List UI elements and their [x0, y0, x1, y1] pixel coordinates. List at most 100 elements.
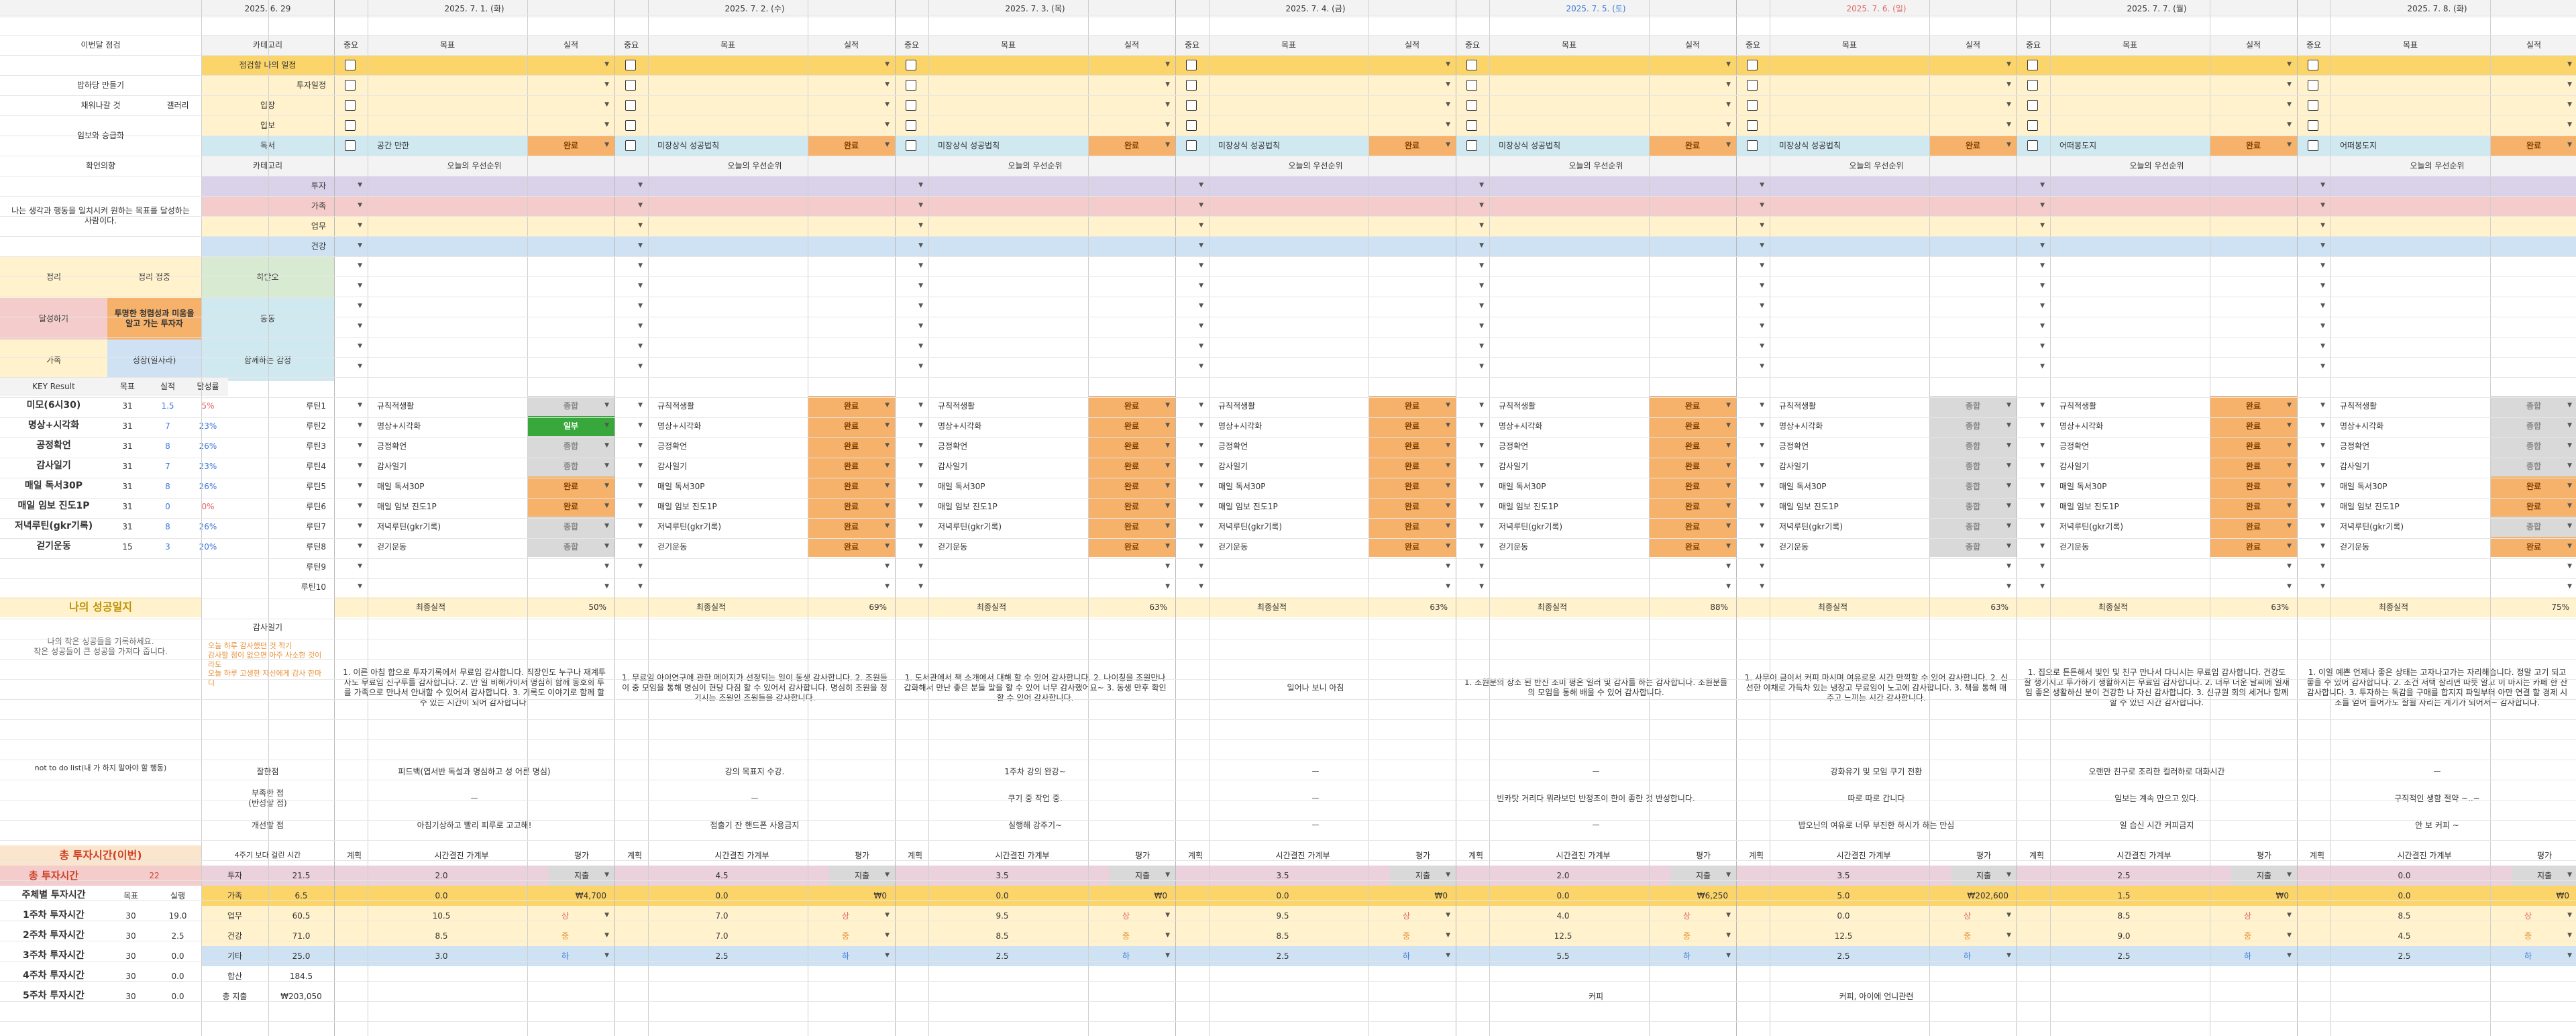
grade-dropdown[interactable]: ▼	[582, 906, 614, 926]
routine-check[interactable]: ▼	[895, 476, 928, 497]
routine-status[interactable]: 완료 ▼	[808, 416, 895, 436]
chevron-down-icon[interactable]: ▼	[918, 222, 923, 229]
priority-text[interactable]	[648, 256, 895, 276]
routine-check[interactable]: ▼	[1456, 456, 1489, 476]
chevron-down-icon[interactable]: ▼	[1165, 872, 1170, 879]
priority-cell[interactable]: ▼	[1736, 297, 1770, 317]
chevron-down-icon[interactable]: ▼	[2567, 523, 2572, 530]
status-dropdown[interactable]: 완료 ▼	[1368, 136, 1456, 156]
priority-cell[interactable]: ▼	[614, 216, 648, 236]
chevron-down-icon[interactable]: ▼	[358, 583, 362, 590]
routine-status[interactable]: 완료 ▼	[1088, 537, 1175, 557]
priority-cell[interactable]: ▼	[614, 256, 648, 276]
chevron-down-icon[interactable]: ▼	[1479, 262, 1484, 270]
chevron-down-icon[interactable]: ▼	[1726, 81, 1731, 89]
routine-status[interactable]: 완료 ▼	[1649, 456, 1736, 476]
priority-text[interactable]	[928, 176, 1175, 196]
priority-cell[interactable]: ▼	[1736, 216, 1770, 236]
chevron-down-icon[interactable]: ▼	[885, 563, 890, 570]
routine-status[interactable]: 일부 ▼	[527, 416, 614, 436]
routine-check[interactable]: ▼	[614, 517, 648, 537]
goal-cell[interactable]	[1489, 115, 1649, 136]
status-dropdown[interactable]: ▼	[808, 55, 895, 75]
priority-text[interactable]	[2050, 357, 2297, 377]
chevron-down-icon[interactable]: ▼	[885, 101, 890, 109]
chevron-down-icon[interactable]: ▼	[358, 182, 362, 189]
status-dropdown[interactable]: ▼	[1088, 115, 1175, 136]
chevron-down-icon[interactable]: ▼	[2040, 543, 2045, 550]
routine-status[interactable]: 종합 ▼	[527, 537, 614, 557]
priority-text[interactable]	[368, 196, 614, 216]
chevron-down-icon[interactable]: ▼	[1199, 323, 1203, 330]
priority-cell[interactable]: ▼	[2017, 357, 2050, 377]
grade-dropdown[interactable]: ▼	[2544, 926, 2576, 946]
priority-cell[interactable]: ▼	[895, 357, 928, 377]
chevron-down-icon[interactable]: ▼	[1199, 503, 1203, 510]
grade-dropdown[interactable]: ▼	[1984, 926, 2017, 946]
goal-cell[interactable]	[1209, 75, 1368, 95]
chevron-down-icon[interactable]: ▼	[358, 262, 362, 270]
priority-cell[interactable]: ▼	[1736, 357, 1770, 377]
chevron-down-icon[interactable]: ▼	[358, 563, 362, 570]
routine-status[interactable]: 완료 ▼	[1368, 476, 1456, 497]
routine-check[interactable]: ▼	[2297, 577, 2330, 597]
priority-cell[interactable]: ▼	[334, 317, 368, 337]
routine-status[interactable]: 완료 ▼	[1368, 456, 1456, 476]
chevron-down-icon[interactable]: ▼	[1479, 482, 1484, 490]
grade-dropdown[interactable]: ▼	[2544, 906, 2576, 926]
priority-cell[interactable]: ▼	[2017, 317, 2050, 337]
checkbox[interactable]	[1747, 120, 1758, 131]
status-dropdown[interactable]: ▼	[1929, 115, 2017, 136]
checkbox[interactable]	[1186, 100, 1197, 111]
reading-goal[interactable]: 미장상식 성공법칙	[648, 136, 808, 156]
chevron-down-icon[interactable]: ▼	[2320, 583, 2325, 590]
routine-check[interactable]: ▼	[2017, 416, 2050, 436]
chevron-down-icon[interactable]: ▼	[2040, 242, 2045, 250]
chevron-down-icon[interactable]: ▼	[2006, 61, 2011, 68]
routine-status[interactable]: ▼	[527, 557, 614, 577]
priority-text[interactable]	[368, 357, 614, 377]
checkbox[interactable]	[906, 140, 916, 151]
chevron-down-icon[interactable]: ▼	[885, 912, 890, 919]
chevron-down-icon[interactable]: ▼	[918, 262, 923, 270]
priority-text[interactable]	[1489, 276, 1736, 297]
priority-cell[interactable]: ▼	[1456, 256, 1489, 276]
priority-text[interactable]	[1489, 297, 1736, 317]
priority-text[interactable]	[2050, 196, 2297, 216]
priority-cell[interactable]: ▼	[334, 337, 368, 357]
routine-check[interactable]: ▼	[2297, 476, 2330, 497]
priority-text[interactable]	[1489, 176, 1736, 196]
chevron-down-icon[interactable]: ▼	[1726, 912, 1731, 919]
priority-text[interactable]	[2050, 236, 2297, 256]
reading-goal[interactable]: 공간 만한	[368, 136, 527, 156]
chevron-down-icon[interactable]: ▼	[2006, 101, 2011, 109]
chevron-down-icon[interactable]: ▼	[885, 543, 890, 550]
routine-check[interactable]: ▼	[895, 416, 928, 436]
chevron-down-icon[interactable]: ▼	[604, 912, 609, 919]
chevron-down-icon[interactable]: ▼	[1760, 363, 1764, 370]
status-dropdown[interactable]: ▼	[1649, 55, 1736, 75]
routine-status[interactable]: 완료 ▼	[1088, 476, 1175, 497]
checkbox[interactable]	[2308, 80, 2318, 91]
checkbox[interactable]	[1466, 60, 1477, 70]
grade-dropdown[interactable]: ▼	[1703, 926, 1736, 946]
priority-text[interactable]	[2330, 256, 2576, 276]
chevron-down-icon[interactable]: ▼	[2567, 101, 2572, 109]
goal-cell[interactable]	[928, 75, 1088, 95]
chevron-down-icon[interactable]: ▼	[604, 503, 609, 510]
chevron-down-icon[interactable]: ▼	[918, 202, 923, 209]
priority-text[interactable]	[2050, 276, 2297, 297]
routine-status[interactable]: ▼	[2210, 557, 2297, 577]
chevron-down-icon[interactable]: ▼	[1760, 262, 1764, 270]
status-dropdown[interactable]: 완료 ▼	[1088, 136, 1175, 156]
goal-cell[interactable]	[1209, 115, 1368, 136]
chevron-down-icon[interactable]: ▼	[2040, 363, 2045, 370]
chevron-down-icon[interactable]: ▼	[1199, 262, 1203, 270]
priority-cell[interactable]: ▼	[2017, 276, 2050, 297]
priority-text[interactable]	[368, 256, 614, 276]
chevron-down-icon[interactable]: ▼	[2567, 543, 2572, 550]
priority-cell[interactable]: ▼	[2297, 176, 2330, 196]
priority-cell[interactable]: ▼	[1175, 236, 1209, 256]
chevron-down-icon[interactable]: ▼	[918, 462, 923, 470]
chevron-down-icon[interactable]: ▼	[2006, 503, 2011, 510]
